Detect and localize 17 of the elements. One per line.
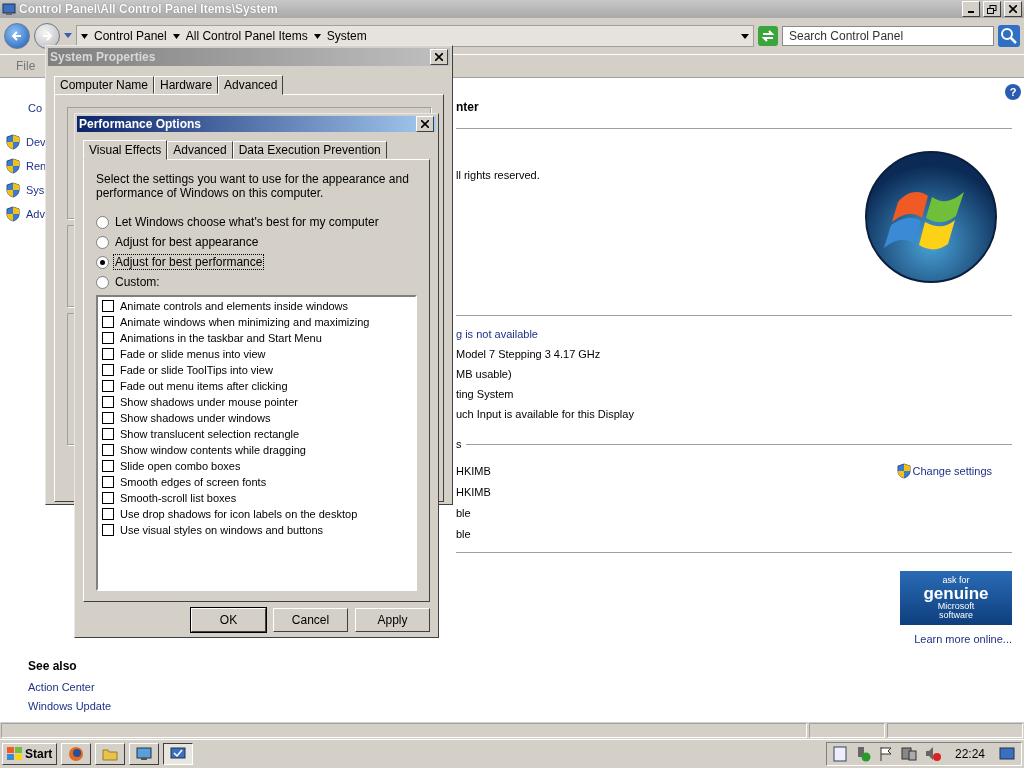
see-also-heading: See also bbox=[28, 659, 78, 673]
spec-value: Model 7 Stepping 3 4.17 GHz bbox=[456, 347, 602, 362]
copyright-text: ll rights reserved. bbox=[456, 168, 540, 183]
computer-info-value: ble bbox=[456, 505, 471, 521]
computer-info-value: ble bbox=[456, 526, 471, 542]
computer-info-value: HKIMB bbox=[456, 463, 491, 479]
clock: 22:24 bbox=[954, 747, 985, 761]
page-heading: nter bbox=[456, 100, 480, 116]
description-text: Select the settings you want to use for the appearance and performance of Windows on this computer. bbox=[96, 172, 410, 200]
spec-value: ting System bbox=[456, 387, 515, 402]
section-heading: s bbox=[456, 437, 462, 452]
computer-info-value: HKIMB bbox=[456, 484, 491, 500]
spec-value: uch Input is available for this Display bbox=[456, 407, 635, 422]
dialog-title: Performance Options bbox=[79, 117, 202, 131]
window-title: Control Panel\All Control Panel Items\System bbox=[19, 2, 279, 16]
dialog-title: System Properties bbox=[50, 50, 156, 64]
spec-value: MB usable) bbox=[456, 367, 513, 382]
